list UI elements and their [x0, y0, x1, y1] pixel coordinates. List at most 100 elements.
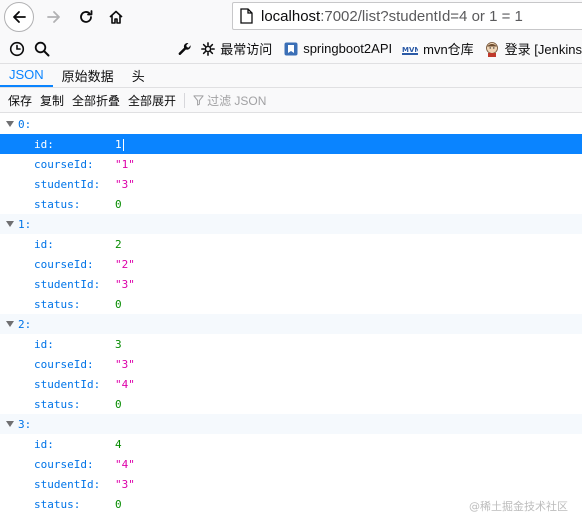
- clock-icon: [9, 41, 24, 56]
- property-value: 4: [115, 437, 122, 451]
- history-button[interactable]: [4, 35, 29, 63]
- property-key: id:: [34, 437, 54, 451]
- tree-row-property[interactable]: studentId: "3": [0, 474, 582, 494]
- property-value: 1: [115, 137, 124, 151]
- reload-button[interactable]: [72, 3, 100, 31]
- property-value: 0: [115, 197, 122, 211]
- copy-button[interactable]: 复制: [36, 92, 68, 109]
- tree-row-property[interactable]: status: 0: [0, 294, 582, 314]
- property-key: id:: [34, 237, 54, 251]
- bookmark-label: mvn仓库: [423, 42, 474, 57]
- property-key: status:: [34, 297, 81, 311]
- property-value: 0: [115, 297, 122, 311]
- property-key: courseId:: [34, 457, 94, 471]
- bookmark-springboot2api[interactable]: springboot2API: [284, 41, 392, 56]
- property-key: status:: [34, 197, 81, 211]
- property-value: 3: [115, 337, 122, 351]
- tree-row-property[interactable]: status: 0: [0, 194, 582, 214]
- property-key: studentId:: [34, 477, 101, 491]
- tree-row-object[interactable]: 0:: [0, 114, 582, 134]
- property-value: "3": [115, 477, 135, 491]
- tree-row-property[interactable]: id: 3: [0, 334, 582, 354]
- bookmark-mvn[interactable]: MVN mvn仓库: [402, 39, 474, 58]
- filter-icon: [193, 94, 204, 106]
- property-value: "1": [115, 157, 135, 171]
- bookmark-label: springboot2API: [303, 41, 393, 56]
- filter-placeholder: 过滤 JSON: [207, 93, 267, 108]
- tree-row-property[interactable]: studentId: "3": [0, 174, 582, 194]
- property-key: courseId:: [34, 357, 94, 371]
- search-button[interactable]: [29, 35, 54, 63]
- property-value: "3": [115, 357, 135, 371]
- expand-triangle-icon[interactable]: [6, 121, 14, 127]
- watermark: @稀土掘金技术社区: [469, 500, 568, 513]
- bookmark-label: 最常访问: [220, 42, 273, 57]
- tree-row-property[interactable]: id: 1: [0, 134, 582, 154]
- expand-triangle-icon[interactable]: [6, 221, 14, 227]
- property-value: 2: [115, 237, 122, 251]
- tree-row-property[interactable]: studentId: "4": [0, 374, 582, 394]
- wrench-icon: [178, 42, 191, 55]
- viewer-tabs: JSON 原始数据 头: [0, 64, 582, 88]
- tree-row-object[interactable]: 2:: [0, 314, 582, 334]
- tab-headers[interactable]: 头: [123, 64, 154, 87]
- bookmark-jenkins[interactable]: 登录 [Jenkins: [484, 39, 582, 58]
- property-key: id:: [34, 337, 54, 351]
- tree-row-property[interactable]: courseId: "1": [0, 154, 582, 174]
- tree-row-object[interactable]: 1:: [0, 214, 582, 234]
- array-index: 1:: [18, 217, 32, 231]
- filter-json-input[interactable]: 过滤 JSON: [193, 92, 266, 109]
- expand-all-button[interactable]: 全部展开: [124, 92, 180, 109]
- property-key: studentId:: [34, 177, 101, 191]
- tree-row-property[interactable]: courseId: "4": [0, 454, 582, 474]
- property-value: "4": [115, 377, 135, 391]
- property-key: status:: [34, 497, 81, 511]
- bookmark-most-visited[interactable]: 最常访问: [201, 39, 272, 58]
- jenkins-icon: [484, 41, 500, 57]
- arrow-left-icon: [13, 11, 26, 23]
- tree-row-property[interactable]: status: 0: [0, 394, 582, 414]
- forward-button[interactable]: [40, 3, 68, 31]
- property-value: 0: [115, 397, 122, 411]
- property-value: 0: [115, 497, 122, 511]
- property-key: studentId:: [34, 277, 101, 291]
- tab-raw-data[interactable]: 原始数据: [53, 64, 123, 87]
- array-index: 0:: [18, 117, 32, 131]
- tree-row-property[interactable]: studentId: "3": [0, 274, 582, 294]
- save-button[interactable]: 保存: [4, 92, 36, 109]
- tools-button[interactable]: [172, 35, 197, 63]
- collapse-all-button[interactable]: 全部折叠: [68, 92, 124, 109]
- tree-row-property[interactable]: id: 2: [0, 234, 582, 254]
- json-toolbar: 保存 复制 全部折叠 全部展开 过滤 JSON: [0, 88, 582, 113]
- gear-icon: [201, 41, 216, 56]
- mvn-icon: MVN: [402, 42, 419, 55]
- property-value: "3": [115, 277, 135, 291]
- property-key: id:: [34, 137, 54, 151]
- bookmark-icon: [284, 42, 298, 56]
- url-bar[interactable]: localhost:7002/list?studentId=4 or 1 = 1: [232, 2, 582, 30]
- property-value: "3": [115, 177, 135, 191]
- property-key: courseId:: [34, 157, 94, 171]
- arrow-right-icon: [47, 11, 60, 23]
- home-button[interactable]: [102, 3, 130, 31]
- expand-triangle-icon[interactable]: [6, 321, 14, 327]
- property-value: "2": [115, 257, 135, 271]
- tree-row-property[interactable]: id: 4: [0, 434, 582, 454]
- expand-triangle-icon[interactable]: [6, 421, 14, 427]
- tree-row-property[interactable]: courseId: "3": [0, 354, 582, 374]
- array-index: 3:: [18, 417, 32, 431]
- navigation-bar: localhost:7002/list?studentId=4 or 1 = 1: [0, 0, 582, 34]
- back-button[interactable]: [4, 2, 34, 32]
- search-icon: [34, 41, 50, 56]
- page-icon: [240, 8, 253, 24]
- property-key: studentId:: [34, 377, 101, 391]
- array-index: 2:: [18, 317, 32, 331]
- url-host: localhost: [261, 7, 321, 25]
- property-key: courseId:: [34, 257, 94, 271]
- home-icon: [109, 10, 123, 24]
- tab-json[interactable]: JSON: [0, 64, 53, 87]
- json-tree: 0: id: 1 courseId: "1" studentId: "3" st…: [0, 114, 582, 514]
- bookmarks-bar: 最常访问 springboot2API MVN mvn仓库 登录 [Jenkin…: [0, 34, 582, 64]
- tree-row-property[interactable]: courseId: "2": [0, 254, 582, 274]
- tree-row-object[interactable]: 3:: [0, 414, 582, 434]
